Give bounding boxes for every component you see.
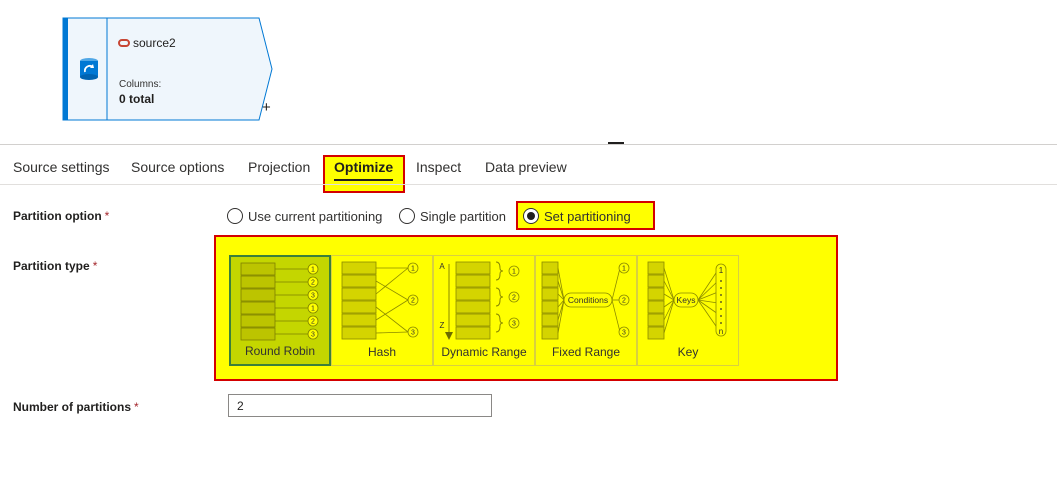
tab-data-preview[interactable]: Data preview xyxy=(485,152,567,183)
num-partitions-label-text: Number of partitions xyxy=(13,400,132,414)
columns-value: 0 total xyxy=(119,92,155,106)
refresh-dataset-icon xyxy=(80,58,98,80)
num-label: 1 xyxy=(311,267,315,274)
active-tab-indicator xyxy=(334,179,394,181)
keys-label: Keys xyxy=(677,295,696,305)
tab-optimize[interactable]: Optimize xyxy=(334,152,394,183)
columns-label: Columns: xyxy=(119,79,162,90)
dynamic-range-icon: A Z 1 2 3 xyxy=(439,261,520,340)
radio-set-partitioning[interactable]: Set partitioning xyxy=(523,208,631,224)
tabs-border xyxy=(0,184,1057,185)
tab-inspect[interactable]: Inspect xyxy=(416,152,461,183)
tab-optimize-label: Optimize xyxy=(334,159,394,175)
conditions-label: Conditions xyxy=(568,295,608,305)
partition-type-label-key: Key xyxy=(677,345,699,359)
num-label: 1 xyxy=(411,266,415,273)
required-mark: * xyxy=(92,259,98,273)
node-title-text: source2 xyxy=(133,36,176,50)
partition-type-round-robin[interactable]: 1 2 3 1 2 3 Round Robin xyxy=(229,255,331,366)
key-icon: Keys 1 n xyxy=(647,261,727,340)
num-label: 1 xyxy=(512,269,516,276)
tab-projection[interactable]: Projection xyxy=(248,152,310,183)
add-transform-button[interactable]: + xyxy=(262,100,271,115)
num-label: 3 xyxy=(411,330,415,337)
round-robin-icon: 1 2 3 1 2 3 xyxy=(240,262,319,341)
splitter-handle[interactable] xyxy=(608,142,624,144)
partition-type-key[interactable]: Keys 1 n Key xyxy=(637,255,739,366)
source-node[interactable]: source2 Columns: 0 total + xyxy=(62,17,276,121)
num-label: 2 xyxy=(512,295,516,302)
num-label: 3 xyxy=(311,332,315,339)
radio-label: Single partition xyxy=(420,208,506,224)
required-mark: * xyxy=(134,400,139,414)
partition-type-label-round-robin: Round Robin xyxy=(244,344,316,358)
partition-type-label-fixed-range: Fixed Range xyxy=(551,345,621,359)
num-partitions-label: Number of partitions * xyxy=(13,400,139,414)
num-label: 2 xyxy=(311,280,315,287)
n-label: n xyxy=(719,327,723,336)
partition-type-label-hash: Hash xyxy=(367,345,396,359)
hash-icon: 1 2 3 xyxy=(341,261,419,340)
axis-end-label: Z xyxy=(440,321,445,330)
radio-label: Set partitioning xyxy=(544,208,631,224)
partition-type-hash[interactable]: 1 2 3 Hash xyxy=(331,255,433,366)
pane-divider xyxy=(0,144,1057,145)
radio-circle-selected xyxy=(523,208,539,224)
partition-type-fixed-range[interactable]: Conditions 1 2 3 Fixed Range xyxy=(535,255,637,366)
axis-start-label: A xyxy=(439,262,445,271)
radio-dot xyxy=(527,212,535,220)
tab-source-options[interactable]: Source options xyxy=(131,152,224,183)
num-label: 1 xyxy=(622,266,626,273)
num-label: 1 xyxy=(719,266,724,275)
radio-use-current-partitioning[interactable]: Use current partitioning xyxy=(227,208,382,224)
radio-circle xyxy=(227,208,243,224)
partition-type-dynamic-range[interactable]: A Z 1 2 3 Dynamic Range xyxy=(433,255,535,366)
num-label: 2 xyxy=(411,298,415,305)
partition-type-panel: 1 2 3 1 2 3 Round Robin 1 2 3 Hash A Z 1… xyxy=(214,235,838,381)
num-label: 3 xyxy=(512,321,516,328)
num-label: 2 xyxy=(622,298,626,305)
required-mark: * xyxy=(104,209,110,223)
num-label: 3 xyxy=(622,330,626,337)
partition-type-label-dynamic-range: Dynamic Range xyxy=(441,345,527,359)
partition-type-label-text: Partition type xyxy=(13,259,90,273)
num-label: 2 xyxy=(311,319,315,326)
node-title: source2 xyxy=(118,36,176,50)
num-partitions-input[interactable] xyxy=(228,394,492,417)
partition-option-label-text: Partition option xyxy=(13,209,102,223)
radio-single-partition[interactable]: Single partition xyxy=(399,208,506,224)
fixed-range-icon: Conditions 1 2 3 xyxy=(541,261,630,340)
num-label: 1 xyxy=(311,306,315,313)
oracle-icon xyxy=(118,39,130,47)
partition-option-label: Partition option * xyxy=(13,209,109,223)
tab-source-settings[interactable]: Source settings xyxy=(13,152,110,183)
partition-type-label: Partition type * xyxy=(13,259,97,273)
num-label: 3 xyxy=(311,293,315,300)
radio-label: Use current partitioning xyxy=(248,208,383,224)
radio-circle xyxy=(399,208,415,224)
